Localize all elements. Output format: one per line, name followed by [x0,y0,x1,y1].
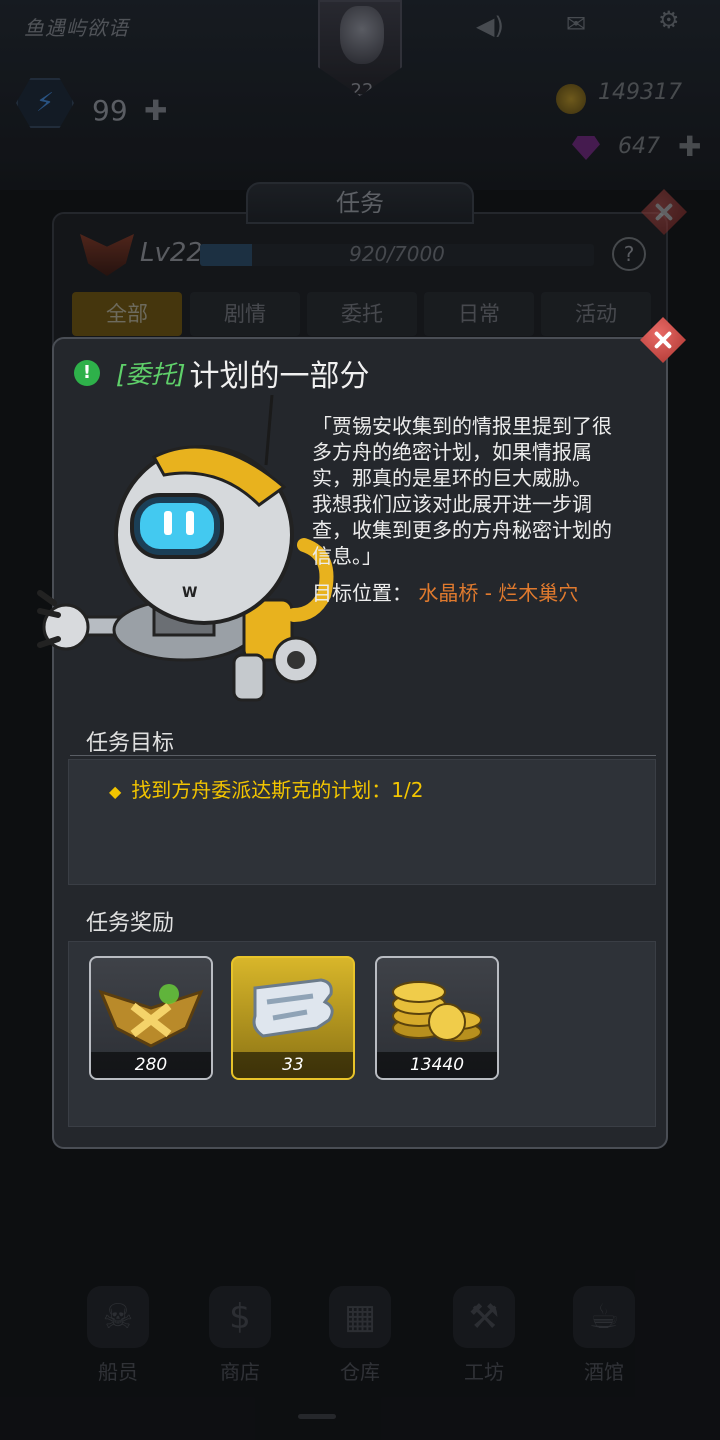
reward-item[interactable]: 280 [89,956,213,1080]
story-line: 信息。」 [312,544,382,568]
objective-heading: 任务目标 [86,731,175,756]
target-label: 目标位置： [312,581,412,605]
story-line: 我想我们应该对此展开进一步调 [312,492,592,516]
story-line: 「贾锡安收集到的情报里提到了很 [312,414,612,438]
objective-text: 找到方舟委派达斯克的计划：1/2 [131,778,424,802]
reward-count: 33 [233,1052,353,1078]
reward-item[interactable]: 33 [231,956,355,1080]
reward-heading: 任务奖励 [86,911,175,936]
reward-count: 13440 [377,1052,497,1078]
reward-count: 280 [91,1052,211,1078]
story-line: 多方舟的绝密计划，如果情报属 [312,440,592,464]
reward-item[interactable]: 13440 [375,956,499,1080]
objective-item: ◆ 找到方舟委派达斯克的计划：1/2 [109,774,424,803]
rank-badge-icon [98,984,204,1048]
objective-box: ◆ 找到方舟委派达斯克的计划：1/2 [68,759,656,885]
target-value[interactable]: 水晶桥 - 烂木巢穴 [418,581,578,605]
story-line: 查，收集到更多的方舟秘密计划的 [312,518,612,542]
alert-icon: ! [74,360,100,386]
quest-story: 「贾锡安收集到的情报里提到了很 多方舟的绝密计划，如果情报属 实，那真的是星环的… [312,413,662,569]
reward-box: 280 33 13440 [68,941,656,1127]
quest-title: ! [委托] 计划的一部分 [74,351,370,395]
diamond-icon: ◆ [109,782,122,801]
robot-illustration: W [37,395,334,702]
gold-coins-icon [392,981,482,1042]
divider [70,755,656,756]
target-location: 目标位置： 水晶桥 - 烂木巢穴 [312,577,578,606]
weapon-fragment-icon [252,978,334,1038]
svg-text:W: W [182,585,197,601]
story-line: 实，那真的是星环的巨大威胁。 [312,466,592,490]
quest-type-tag: [委托] [116,360,186,389]
quest-name: 计划的一部分 [189,359,370,394]
quest-detail-popup: ! [委托] 计划的一部分 W 「贾锡安收集到的情报里提到了很 多方舟的绝密计划… [37,317,686,1149]
